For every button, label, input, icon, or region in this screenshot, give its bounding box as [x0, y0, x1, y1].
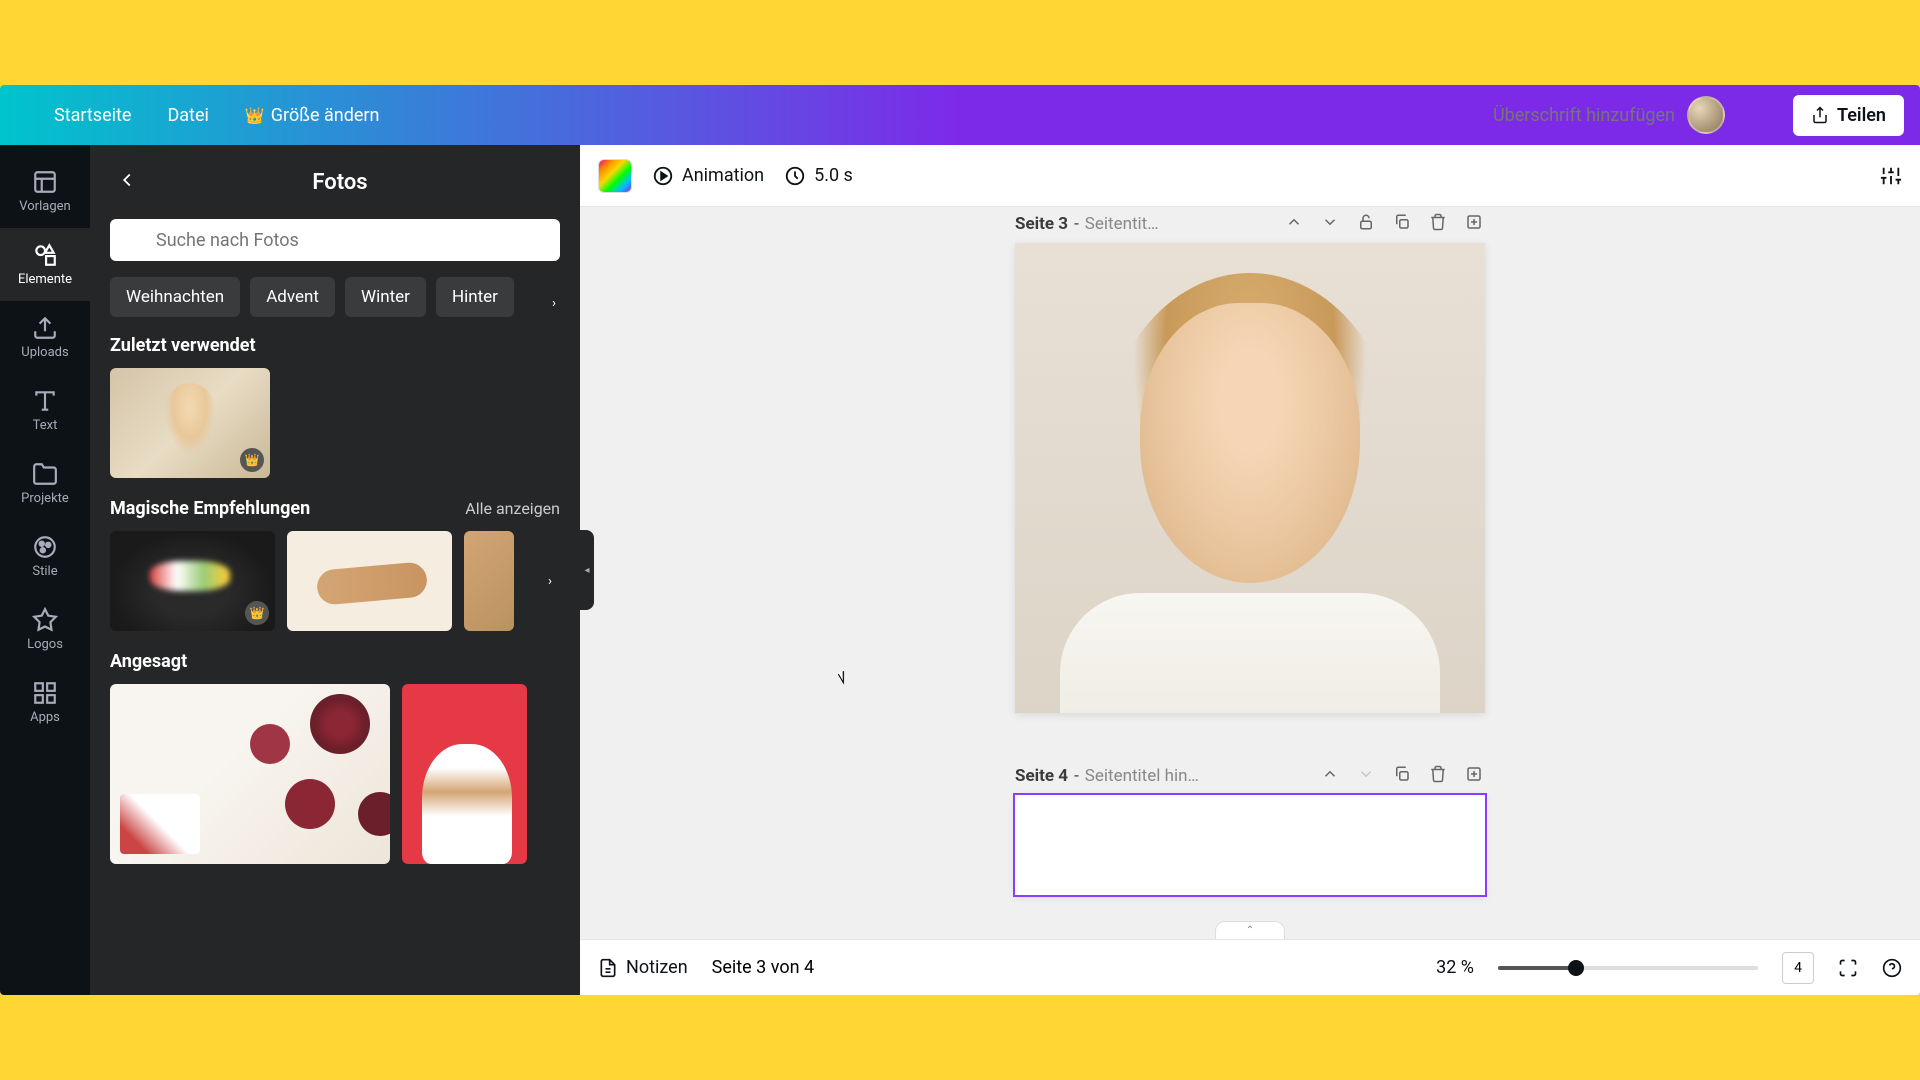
chip-advent[interactable]: Advent — [250, 277, 335, 317]
zoom-percentage[interactable]: 32 % — [1436, 957, 1474, 978]
app-topbar: Startseite Datei 👑Größe ändern Teilen — [0, 85, 1920, 145]
delete-icon[interactable] — [1427, 211, 1449, 237]
notes-button[interactable]: Notizen — [598, 957, 688, 978]
chips-next-button[interactable]: › — [540, 289, 568, 317]
photos-panel: Fotos Weihnachten Advent Winter Hinter ›… — [90, 145, 580, 995]
context-toolbar: Animation 5.0 s — [580, 145, 1920, 207]
design-title-input[interactable] — [1415, 105, 1675, 126]
zoom-slider[interactable] — [1498, 966, 1758, 970]
chip-hintergrund[interactable]: Hinter — [436, 277, 514, 317]
add-page-icon[interactable] — [1463, 763, 1485, 789]
recommend-next-button[interactable]: › — [536, 567, 564, 595]
nav-rail: Vorlagen Elemente Uploads Text Projekte … — [0, 145, 90, 995]
rail-projects[interactable]: Projekte — [0, 447, 90, 520]
redo-button[interactable] — [425, 107, 441, 123]
recommend-thumb-2[interactable] — [287, 531, 452, 631]
home-button[interactable]: Startseite — [40, 97, 145, 134]
recent-photo-thumb[interactable]: 👑 — [110, 368, 270, 478]
duplicate-icon[interactable] — [1391, 211, 1413, 237]
rail-apps[interactable]: Apps — [0, 666, 90, 739]
crown-icon: 👑 — [240, 448, 264, 472]
settings-icon[interactable] — [1880, 165, 1902, 187]
help-button[interactable] — [1882, 958, 1902, 978]
page-3-canvas[interactable] — [1015, 243, 1485, 713]
fullscreen-button[interactable] — [1838, 958, 1858, 978]
lock-icon[interactable] — [1355, 211, 1377, 237]
rail-logos[interactable]: Logos — [0, 593, 90, 666]
animation-button[interactable]: Animation — [652, 165, 764, 187]
move-down-icon — [1355, 763, 1377, 789]
expand-pages-button[interactable]: ⌃ — [1215, 921, 1285, 939]
page-grid-button[interactable]: 4 — [1782, 952, 1814, 984]
collapse-panel-button[interactable]: ◂ — [580, 530, 594, 610]
see-all-link[interactable]: Alle anzeigen — [465, 499, 560, 518]
page-title-input[interactable]: Seitentit… — [1085, 214, 1277, 234]
search-icon — [124, 229, 146, 251]
share-button[interactable]: Teilen — [1793, 95, 1904, 136]
rail-text[interactable]: Text — [0, 374, 90, 447]
page-3-header: Seite 3 - Seitentit… — [1015, 211, 1485, 237]
duplicate-icon[interactable] — [1391, 763, 1413, 789]
add-page-icon[interactable] — [1463, 211, 1485, 237]
rail-templates[interactable]: Vorlagen — [0, 155, 90, 228]
cloud-sync-icon[interactable] — [449, 107, 465, 123]
panel-title: Fotos — [160, 170, 520, 195]
canvas-footer: Notizen Seite 3 von 4 32 % 4 — [580, 939, 1920, 995]
page-indicator: Seite 3 von 4 — [712, 957, 814, 978]
page-title-input[interactable]: Seitentitel hin… — [1085, 766, 1313, 786]
back-icon[interactable] — [16, 107, 32, 123]
chip-winter[interactable]: Winter — [345, 277, 426, 317]
trending-heading: Angesagt — [110, 651, 187, 672]
rail-elements[interactable]: Elemente — [0, 228, 90, 301]
page-4-header: Seite 4 - Seitentitel hin… — [1015, 763, 1485, 789]
move-down-icon[interactable] — [1319, 211, 1341, 237]
crown-icon: 👑 — [245, 106, 265, 125]
page-4-canvas[interactable] — [1015, 795, 1485, 895]
recommend-thumb-3[interactable] — [464, 531, 514, 631]
resize-button[interactable]: 👑Größe ändern — [231, 97, 394, 134]
insights-button[interactable] — [1765, 107, 1781, 123]
move-up-icon[interactable] — [1283, 211, 1305, 237]
canvas-area: Animation 5.0 s Seite 3 - Seitentit… — [580, 145, 1920, 995]
trending-thumb-1[interactable] — [110, 684, 390, 864]
add-member-button[interactable] — [1737, 107, 1753, 123]
recommend-heading: Magische Empfehlungen — [110, 498, 310, 519]
panel-back-button[interactable] — [110, 163, 144, 201]
page-label: Seite 3 — [1015, 214, 1068, 234]
duration-button[interactable]: 5.0 s — [784, 165, 853, 187]
page-label: Seite 4 — [1015, 766, 1068, 786]
undo-button[interactable] — [401, 107, 417, 123]
recommend-thumb-1[interactable]: 👑 — [110, 531, 275, 631]
search-field[interactable] — [156, 230, 546, 251]
recent-heading: Zuletzt verwendet — [110, 335, 256, 356]
rail-uploads[interactable]: Uploads — [0, 301, 90, 374]
rail-styles[interactable]: Stile — [0, 520, 90, 593]
crown-icon: 👑 — [245, 601, 269, 625]
search-input[interactable] — [110, 219, 560, 261]
avatar[interactable] — [1687, 96, 1725, 134]
trending-thumb-2[interactable] — [402, 684, 527, 864]
background-color-button[interactable] — [598, 159, 632, 193]
delete-icon[interactable] — [1427, 763, 1449, 789]
chip-weihnachten[interactable]: Weihnachten — [110, 277, 240, 317]
file-button[interactable]: Datei — [153, 97, 222, 134]
move-up-icon[interactable] — [1319, 763, 1341, 789]
